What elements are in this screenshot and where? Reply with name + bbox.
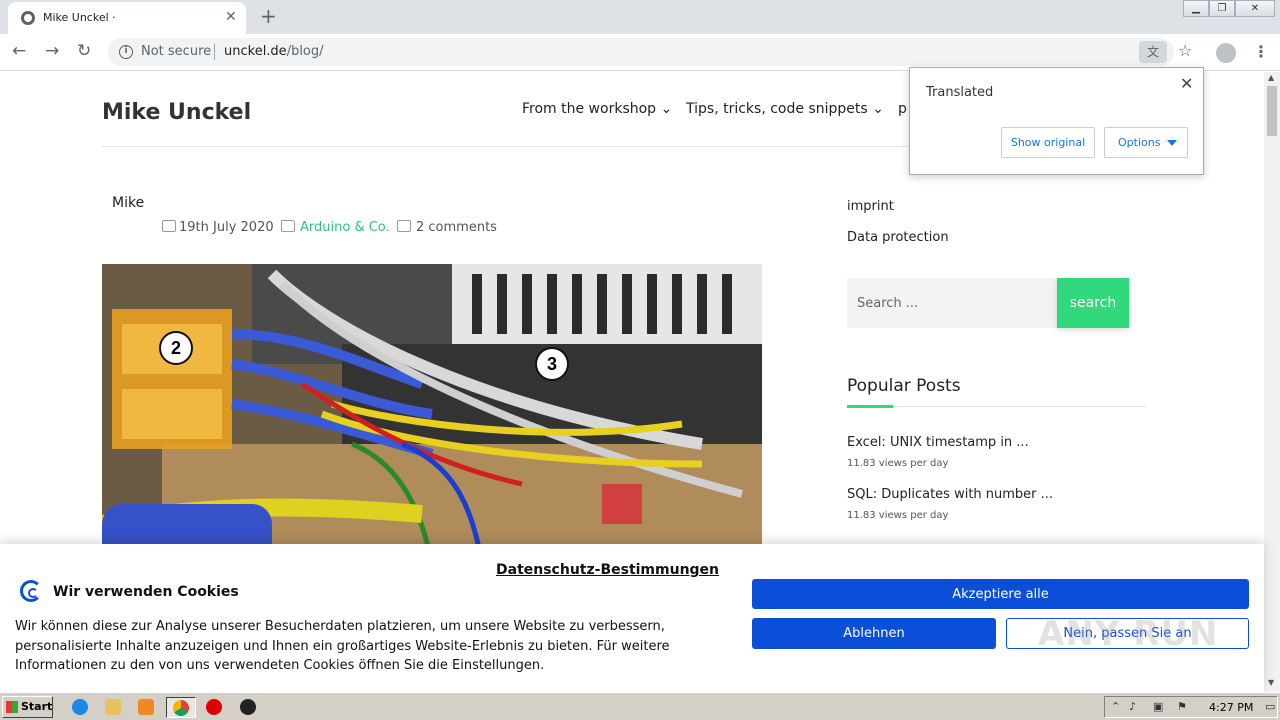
site-title[interactable]: Mike Unckel	[102, 100, 251, 125]
taskbar: Start ⌃ ♪ ▣ ⚑ 4:27 PM ▭	[0, 692, 1280, 720]
url-path: /blog/	[286, 44, 324, 59]
windows-flag-icon	[6, 701, 18, 713]
photo-label-2: 2	[171, 338, 181, 358]
profile-icon[interactable]	[1216, 43, 1236, 63]
reload-icon[interactable]: ↻	[77, 41, 91, 61]
scroll-down-icon[interactable]: ▼	[1268, 678, 1274, 687]
browser-toolbar: ← → ↻ i Not secure unckel.de/blog/ 文 ☆ ⋮	[0, 34, 1280, 71]
tab-close-icon[interactable]: ✕	[225, 9, 237, 25]
translate-options-button[interactable]: Options	[1104, 127, 1188, 158]
folder-icon	[281, 220, 295, 232]
network-icon[interactable]: ▣	[1153, 701, 1165, 713]
window-close-icon[interactable]: ✕	[1235, 0, 1275, 17]
cookie-consent-logo-icon	[20, 580, 42, 602]
clock[interactable]: 4:27 PM	[1209, 701, 1253, 714]
calendar-icon	[162, 220, 176, 232]
cookie-banner-title: Wir verwenden Cookies	[53, 584, 239, 600]
scroll-thumb[interactable]	[1267, 86, 1277, 136]
start-label: Start	[21, 700, 53, 713]
browser-tab[interactable]: Mike Unckel · ✕	[8, 2, 246, 34]
tab-title: Mike Unckel ·	[43, 11, 116, 24]
translate-popup-title: Translated	[926, 85, 994, 100]
security-label[interactable]: Not secure	[141, 44, 211, 59]
popular-post-views: 11.83 views per day	[847, 458, 949, 469]
electronics-photo: 2 3	[102, 264, 762, 564]
caret-down-icon	[1167, 140, 1177, 146]
minimize-icon[interactable]: ▁	[1183, 0, 1209, 17]
decline-button[interactable]: Ablehnen	[752, 618, 996, 649]
nav-item-truncated[interactable]: p	[898, 101, 907, 117]
sidebar-link-privacy[interactable]: Data protection	[847, 230, 949, 245]
translate-options-label: Options	[1118, 136, 1161, 149]
restore-icon[interactable]: ❐	[1209, 0, 1235, 17]
post-category-link[interactable]: Arduino & Co.	[300, 220, 390, 235]
scroll-up-icon[interactable]: ▲	[1268, 73, 1274, 82]
forward-arrow-icon[interactable]: →	[45, 41, 59, 61]
nav-item-workshop[interactable]: From the workshop ⌄	[522, 101, 672, 117]
new-tab-icon[interactable]: +	[260, 4, 277, 28]
popular-post-link[interactable]: SQL: Duplicates with number ...	[847, 487, 1053, 502]
system-tray: ⌃ ♪ ▣ ⚑ 4:27 PM ▭	[1104, 696, 1278, 718]
comment-icon	[397, 220, 411, 232]
translate-popup: Translated ✕ Show original Options	[909, 67, 1204, 175]
url-text[interactable]: unckel.de/blog/	[224, 44, 324, 59]
show-original-button[interactable]: Show original	[1001, 127, 1095, 158]
volume-icon[interactable]: ♪	[1129, 701, 1141, 713]
show-hidden-icons-icon[interactable]: ⌃	[1111, 701, 1123, 713]
watermark: ANY RUN	[1038, 614, 1219, 654]
post-date: 19th July 2020	[179, 220, 274, 235]
ie-icon[interactable]	[68, 697, 92, 718]
chevron-down-icon: ⌄	[660, 101, 673, 117]
popular-post-views: 11.83 views per day	[847, 510, 949, 521]
url-host: unckel.de	[224, 44, 287, 59]
browser-tab-bar: Mike Unckel · ✕ + ▁ ❐ ✕	[0, 0, 1280, 34]
app-icon[interactable]	[236, 697, 260, 718]
close-icon[interactable]: ✕	[1180, 74, 1193, 93]
popular-post-link[interactable]: Excel: UNIX timestamp in ...	[847, 435, 1029, 450]
cookie-banner: Wir verwenden Cookies Datenschutz-Bestim…	[0, 544, 1264, 692]
info-icon[interactable]: i	[119, 45, 133, 59]
menu-dots-icon[interactable]: ⋮	[1253, 42, 1269, 61]
chrome-icon[interactable]	[166, 697, 196, 718]
back-arrow-icon[interactable]: ←	[12, 41, 26, 61]
flag-icon[interactable]: ⚑	[1177, 701, 1189, 713]
search-input[interactable]	[847, 278, 1057, 328]
accept-all-button[interactable]: Akzeptiere alle	[752, 579, 1249, 609]
media-player-icon[interactable]	[134, 697, 158, 718]
nav-item-tips[interactable]: Tips, tricks, code snippets ⌄	[686, 101, 884, 117]
search-button[interactable]: search	[1057, 278, 1129, 328]
post-featured-image[interactable]: 2 3	[102, 264, 762, 564]
opera-icon[interactable]	[202, 697, 226, 718]
address-bar[interactable]: i Not secure unckel.de/blog/ 文 ☆	[108, 38, 1192, 66]
explorer-icon[interactable]	[101, 697, 125, 718]
chevron-down-icon: ⌄	[872, 101, 884, 117]
omnibox-separator	[214, 44, 215, 60]
page-scrollbar[interactable]: ▲ ▼	[1264, 72, 1280, 692]
cookie-banner-text: Wir können diese zur Analyse unserer Bes…	[15, 619, 670, 673]
translate-icon[interactable]: 文	[1139, 41, 1167, 63]
popular-accent-bar	[847, 405, 893, 408]
star-icon[interactable]: ☆	[1178, 41, 1192, 60]
privacy-policy-link[interactable]: Datenschutz-Bestimmungen	[496, 562, 719, 578]
photo-label-3: 3	[547, 354, 557, 374]
popular-posts-heading: Popular Posts	[847, 376, 961, 396]
post-author[interactable]: Mike	[112, 195, 144, 211]
post-comments-link[interactable]: 2 comments	[416, 220, 497, 235]
start-button[interactable]: Start	[2, 696, 53, 718]
show-desktop-icon[interactable]: ▭	[1265, 701, 1277, 713]
globe-icon	[21, 11, 35, 25]
sidebar-link-imprint[interactable]: imprint	[847, 199, 894, 214]
